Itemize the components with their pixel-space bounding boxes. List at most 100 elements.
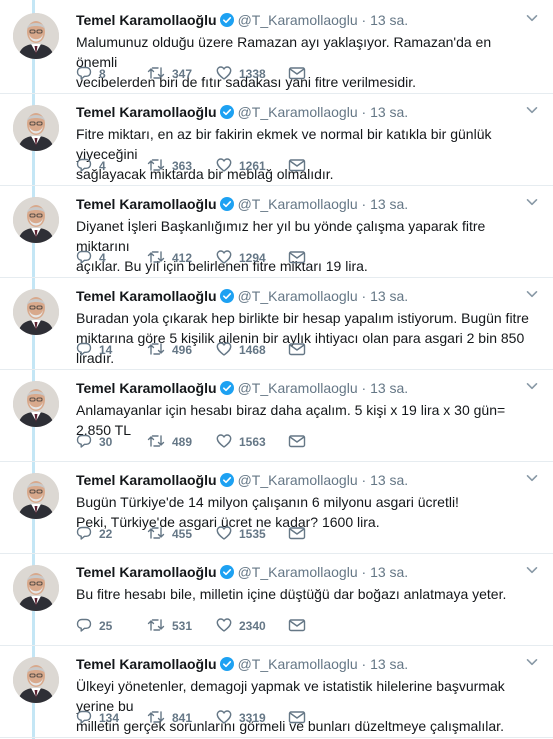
tweet-timestamp[interactable]: 13 sa.: [370, 104, 408, 120]
reply-button[interactable]: 4: [76, 249, 106, 266]
like-button[interactable]: 1338: [216, 65, 266, 82]
tweet-timestamp[interactable]: 13 sa.: [370, 196, 408, 212]
tweet-1[interactable]: Temel Karamollaoğlu @T_Karamollaoglu · 13…: [0, 2, 553, 94]
reply-button[interactable]: 22: [76, 525, 112, 542]
author-name[interactable]: Temel Karamollaoğlu: [76, 288, 217, 304]
author-handle[interactable]: @T_Karamollaoglu: [238, 564, 358, 580]
envelope-icon: [288, 527, 306, 540]
chevron-down-icon[interactable]: [525, 195, 539, 209]
chevron-down-icon[interactable]: [525, 471, 539, 485]
like-button[interactable]: 3319: [216, 709, 266, 726]
tweet-header: Temel Karamollaoğlu @T_Karamollaoglu · 13…: [76, 103, 535, 123]
like-button[interactable]: 1535: [216, 525, 266, 542]
tweet-5[interactable]: Temel Karamollaoğlu @T_Karamollaoglu · 13…: [0, 370, 553, 462]
header-separator: ·: [361, 196, 367, 212]
tweet-thread: Temel Karamollaoğlu @T_Karamollaoglu · 13…: [0, 0, 553, 739]
author-name[interactable]: Temel Karamollaoğlu: [76, 104, 217, 120]
retweet-button[interactable]: 455: [147, 525, 192, 542]
tweet-6[interactable]: Temel Karamollaoğlu @T_Karamollaoglu · 13…: [0, 462, 553, 554]
reply-icon: [76, 250, 92, 264]
tweet-header: Temel Karamollaoğlu @T_Karamollaoglu · 13…: [76, 655, 535, 675]
direct-message-button[interactable]: [288, 433, 313, 450]
tweet-timestamp[interactable]: 13 sa.: [370, 656, 408, 672]
avatar[interactable]: [13, 381, 59, 427]
chevron-down-icon[interactable]: [525, 655, 539, 669]
direct-message-button[interactable]: [288, 709, 313, 726]
reply-button[interactable]: 25: [76, 617, 112, 634]
reply-button[interactable]: 134: [76, 709, 119, 726]
tweet-timestamp[interactable]: 13 sa.: [370, 472, 408, 488]
reply-button[interactable]: 30: [76, 433, 112, 450]
tweet-text: Fitre miktarı, en az bir fakirin ekmek v…: [76, 126, 492, 182]
author-name[interactable]: Temel Karamollaoğlu: [76, 380, 217, 396]
like-button[interactable]: 2340: [216, 617, 266, 634]
direct-message-button[interactable]: [288, 65, 313, 82]
tweet-timestamp[interactable]: 13 sa.: [370, 288, 408, 304]
like-count: 1294: [239, 251, 266, 265]
direct-message-button[interactable]: [288, 617, 313, 634]
retweet-button[interactable]: 412: [147, 249, 192, 266]
tweet-3[interactable]: Temel Karamollaoğlu @T_Karamollaoglu · 13…: [0, 186, 553, 278]
retweet-button[interactable]: 496: [147, 341, 192, 358]
like-button[interactable]: 1261: [216, 157, 266, 174]
tweet-timestamp[interactable]: 13 sa.: [370, 564, 408, 580]
author-handle[interactable]: @T_Karamollaoglu: [238, 288, 358, 304]
chevron-down-icon[interactable]: [525, 379, 539, 393]
author-name[interactable]: Temel Karamollaoğlu: [76, 656, 217, 672]
tweet-content: Temel Karamollaoğlu @T_Karamollaoglu · 13…: [76, 471, 535, 532]
avatar[interactable]: [13, 473, 59, 519]
envelope-icon: [288, 159, 306, 172]
retweet-button[interactable]: 841: [147, 709, 192, 726]
tweet-timestamp[interactable]: 13 sa.: [370, 380, 408, 396]
tweet-timestamp[interactable]: 13 sa.: [370, 12, 408, 28]
direct-message-button[interactable]: [288, 157, 313, 174]
avatar[interactable]: [13, 105, 59, 151]
chevron-down-icon[interactable]: [525, 11, 539, 25]
chevron-down-icon[interactable]: [525, 103, 539, 117]
author-handle[interactable]: @T_Karamollaoglu: [238, 656, 358, 672]
like-button[interactable]: 1294: [216, 249, 266, 266]
retweet-button[interactable]: 347: [147, 65, 192, 82]
avatar[interactable]: [13, 565, 59, 611]
avatar[interactable]: [13, 289, 59, 335]
author-handle[interactable]: @T_Karamollaoglu: [238, 12, 358, 28]
chevron-down-icon[interactable]: [525, 287, 539, 301]
tweet-header: Temel Karamollaoğlu @T_Karamollaoglu · 13…: [76, 11, 535, 31]
avatar[interactable]: [13, 197, 59, 243]
header-separator: ·: [361, 564, 367, 580]
like-count: 1338: [239, 67, 266, 81]
tweet-2[interactable]: Temel Karamollaoğlu @T_Karamollaoglu · 13…: [0, 94, 553, 186]
tweet-7[interactable]: Temel Karamollaoğlu @T_Karamollaoglu · 13…: [0, 554, 553, 646]
direct-message-button[interactable]: [288, 249, 313, 266]
avatar[interactable]: [13, 657, 59, 703]
like-button[interactable]: 1563: [216, 433, 266, 450]
like-button[interactable]: 1468: [216, 341, 266, 358]
author-name[interactable]: Temel Karamollaoğlu: [76, 472, 217, 488]
author-handle[interactable]: @T_Karamollaoglu: [238, 196, 358, 212]
like-icon: [216, 526, 232, 540]
retweet-count: 347: [172, 67, 193, 81]
envelope-icon: [288, 619, 306, 632]
tweet-header: Temel Karamollaoğlu @T_Karamollaoglu · 13…: [76, 563, 535, 583]
reply-button[interactable]: 14: [76, 341, 112, 358]
reply-button[interactable]: 4: [76, 157, 106, 174]
author-name[interactable]: Temel Karamollaoğlu: [76, 564, 217, 580]
author-handle[interactable]: @T_Karamollaoglu: [238, 104, 358, 120]
author-handle[interactable]: @T_Karamollaoglu: [238, 472, 358, 488]
tweet-4[interactable]: Temel Karamollaoğlu @T_Karamollaoglu · 13…: [0, 278, 553, 370]
chevron-down-icon[interactable]: [525, 563, 539, 577]
avatar[interactable]: [13, 13, 59, 59]
direct-message-button[interactable]: [288, 525, 313, 542]
author-name[interactable]: Temel Karamollaoğlu: [76, 196, 217, 212]
retweet-button[interactable]: 531: [147, 617, 192, 634]
retweet-button[interactable]: 363: [147, 157, 192, 174]
author-name[interactable]: Temel Karamollaoğlu: [76, 12, 217, 28]
reply-button[interactable]: 8: [76, 65, 106, 82]
verified-badge-icon: [219, 381, 234, 399]
tweet-8[interactable]: Temel Karamollaoğlu @T_Karamollaoglu · 13…: [0, 646, 553, 738]
envelope-icon: [288, 343, 306, 356]
retweet-button[interactable]: 489: [147, 433, 192, 450]
direct-message-button[interactable]: [288, 341, 313, 358]
author-handle[interactable]: @T_Karamollaoglu: [238, 380, 358, 396]
like-icon: [216, 618, 232, 632]
